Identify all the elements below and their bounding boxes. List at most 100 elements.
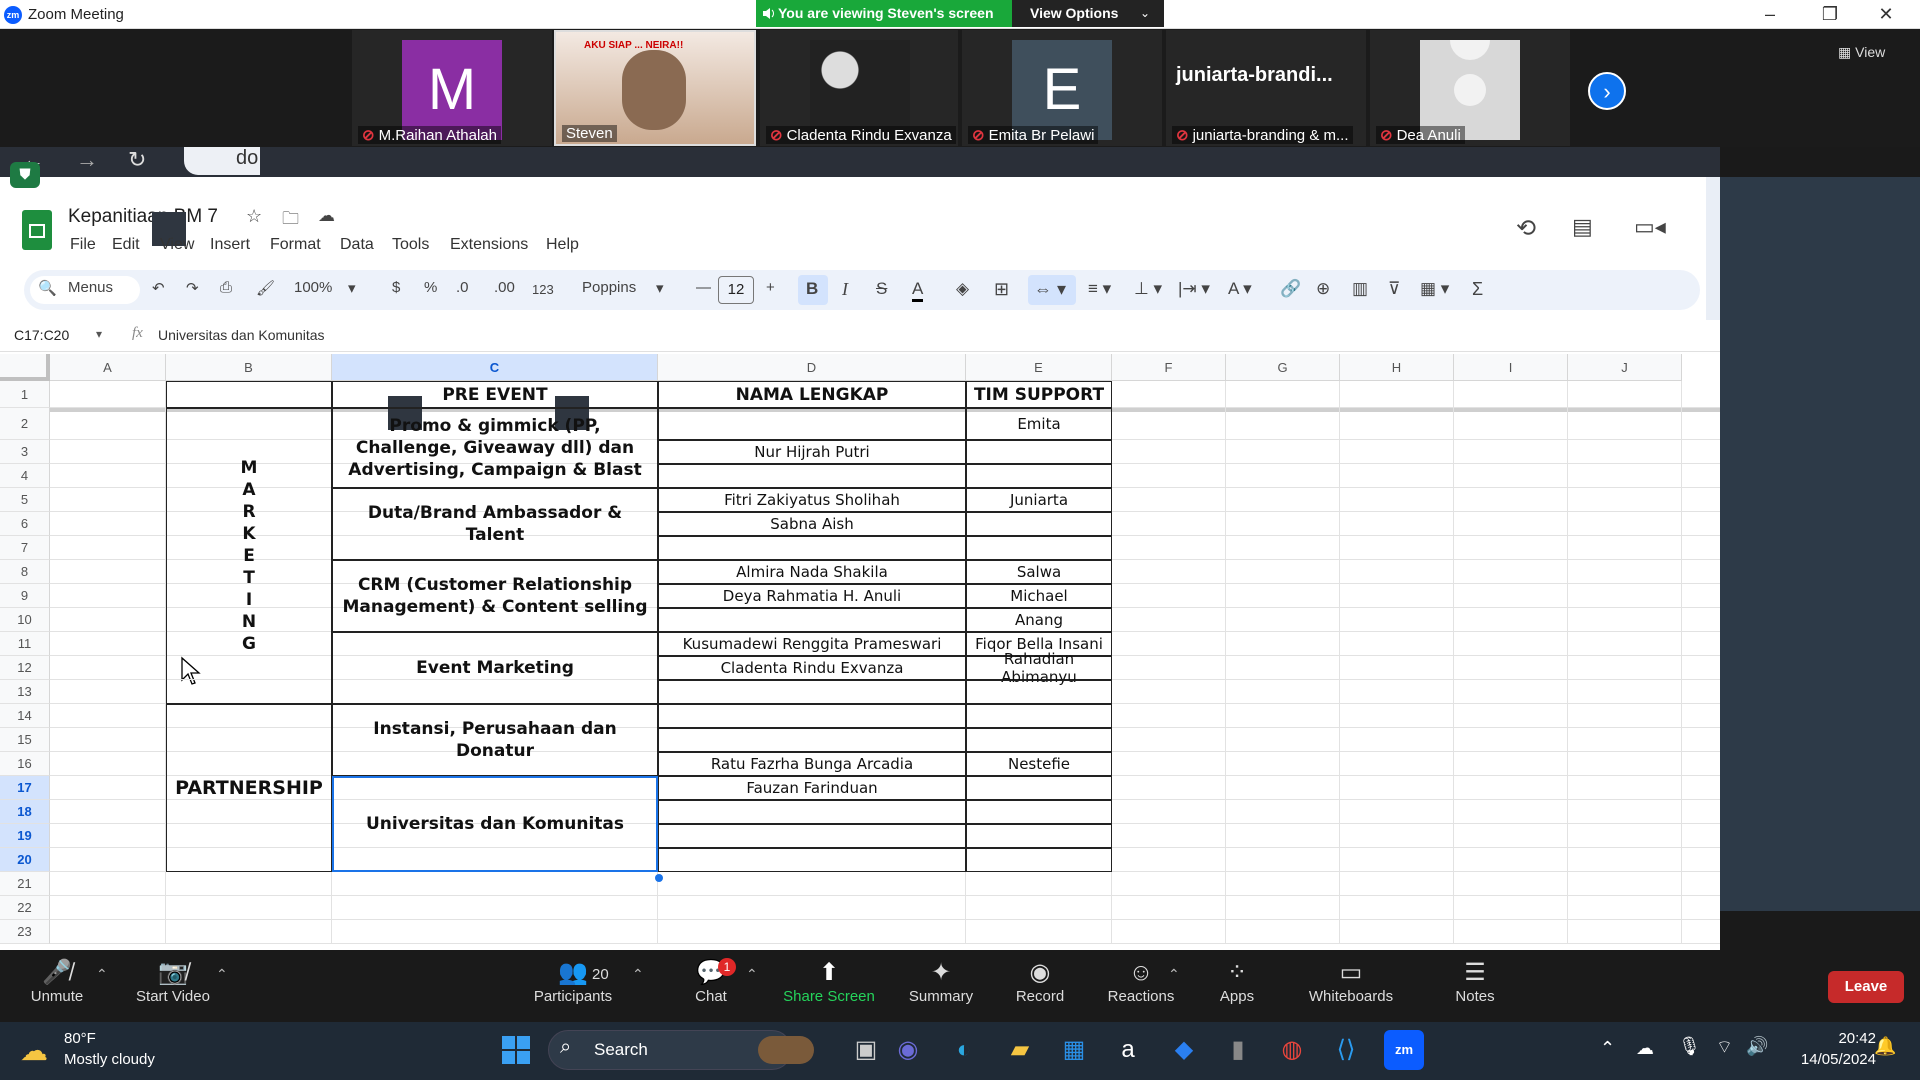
file-explorer-icon[interactable]: ▰ [1000, 1030, 1040, 1070]
row-header-14[interactable]: 14 [0, 704, 50, 728]
support-cell[interactable] [966, 728, 1112, 752]
reload-icon[interactable]: ↻ [128, 147, 146, 173]
clock-date[interactable]: 14/05/2024 [1778, 1051, 1876, 1068]
amazon-icon[interactable]: a [1108, 1030, 1148, 1070]
category-cell[interactable]: CRM (Customer Relationship Management) &… [332, 560, 658, 632]
participant-tile[interactable]: E ⊘ Emita Br Pelawi [962, 30, 1162, 146]
weather-icon[interactable]: ☁ [20, 1034, 48, 1067]
document-title[interactable]: Kepanitiaan BM 7 [68, 206, 218, 228]
bold-icon[interactable]: B [806, 279, 818, 299]
name-cell[interactable] [658, 680, 966, 704]
selection-handle[interactable] [655, 874, 663, 882]
row-header-2[interactable]: 2 [0, 408, 50, 440]
link-icon[interactable]: 🔗 [1280, 279, 1301, 299]
clock-time[interactable]: 20:42 [1790, 1030, 1876, 1047]
filter-views-icon[interactable]: ▦ ▾ [1420, 279, 1449, 299]
column-header-H[interactable]: H [1340, 354, 1454, 381]
row-header-18[interactable]: 18 [0, 800, 50, 824]
weather-temp[interactable]: 80°F [64, 1030, 96, 1047]
support-cell[interactable]: Salwa [966, 560, 1112, 584]
header-nama-lengkap[interactable]: NAMA LENGKAP [658, 381, 966, 408]
menu-data[interactable]: Data [340, 236, 374, 254]
address-bar[interactable]: do [184, 147, 260, 175]
functions-icon[interactable]: Σ [1472, 279, 1483, 300]
row-header-4[interactable]: 4 [0, 464, 50, 488]
support-cell[interactable] [966, 776, 1112, 800]
column-header-D[interactable]: D [658, 354, 966, 381]
column-header-B[interactable]: B [166, 354, 332, 381]
paint-format-icon[interactable]: 🖌 [256, 279, 275, 297]
column-header-G[interactable]: G [1226, 354, 1340, 381]
menu-help[interactable]: Help [546, 236, 579, 254]
support-cell[interactable] [966, 704, 1112, 728]
group-partnership[interactable]: PARTNERSHIP [166, 704, 332, 872]
support-cell[interactable] [966, 512, 1112, 536]
chart-icon[interactable]: ▥ [1352, 279, 1368, 299]
star-icon[interactable]: ☆ [246, 206, 262, 227]
row-header-3[interactable]: 3 [0, 440, 50, 464]
chevron-up-icon[interactable]: ⌃ [1168, 966, 1180, 983]
text-rotation-icon[interactable]: A ▾ [1228, 279, 1252, 299]
row-header-8[interactable]: 8 [0, 560, 50, 584]
participant-tile[interactable]: ⊘ Cladenta Rindu Exvanza [760, 30, 958, 146]
column-header-A[interactable]: A [50, 354, 166, 381]
row-header-12[interactable]: 12 [0, 656, 50, 680]
teams-icon[interactable]: ◉ [888, 1030, 928, 1070]
support-cell[interactable] [966, 824, 1112, 848]
italic-icon[interactable]: I [842, 279, 848, 300]
row-header-9[interactable]: 9 [0, 584, 50, 608]
formula-input[interactable]: Universitas dan Komunitas [158, 327, 325, 343]
undo-icon[interactable]: ↶ [152, 279, 165, 297]
participants-button[interactable]: 👥 Participants [518, 958, 628, 1005]
notification-bell-icon[interactable]: 🔔 [1874, 1036, 1896, 1057]
explorer-icon[interactable]: ▣ [846, 1030, 886, 1070]
support-cell[interactable]: Juniarta [966, 488, 1112, 512]
name-cell[interactable]: Fauzan Farinduan [658, 776, 966, 800]
chevron-up-icon[interactable]: ⌃ [746, 966, 758, 983]
menu-insert[interactable]: Insert [210, 236, 250, 254]
support-cell[interactable] [966, 536, 1112, 560]
align-icon[interactable]: ≡ ▾ [1088, 279, 1111, 299]
support-cell[interactable]: Michael [966, 584, 1112, 608]
weather-desc[interactable]: Mostly cloudy [64, 1051, 155, 1068]
decrease-font-size-icon[interactable]: — [696, 279, 711, 296]
chevron-up-icon[interactable]: ⌃ [96, 966, 108, 983]
menu-tools[interactable]: Tools [392, 236, 429, 254]
strikethrough-icon[interactable]: S [876, 279, 887, 299]
support-cell[interactable]: Nestefie [966, 752, 1112, 776]
name-cell[interactable]: Kusumadewi Renggita Prameswari [658, 632, 966, 656]
start-video-button[interactable]: 📷̸ Start Video [118, 958, 228, 1005]
merge-cells-icon[interactable]: ⇔ ▾ [1034, 279, 1066, 300]
close-button[interactable]: ✕ [1858, 0, 1914, 29]
column-header-E[interactable]: E [966, 354, 1112, 381]
participant-tile[interactable]: AKU SIAP ... NEIRA!! Steven [554, 30, 756, 146]
leave-button[interactable]: Leave [1828, 971, 1904, 1003]
row-header-16[interactable]: 16 [0, 752, 50, 776]
category-cell[interactable]: Instansi, Perusahaan dan Donatur [332, 704, 658, 776]
minimize-button[interactable]: – [1742, 0, 1798, 29]
name-cell[interactable] [658, 848, 966, 872]
row-header-23[interactable]: 23 [0, 920, 50, 944]
vertical-align-icon[interactable]: ⊥ ▾ [1134, 279, 1162, 299]
support-cell[interactable]: Anang [966, 608, 1112, 632]
print-icon[interactable]: ⎙ [220, 279, 232, 296]
row-header-21[interactable]: 21 [0, 872, 50, 896]
column-header-C[interactable]: C [332, 354, 658, 381]
record-button[interactable]: ◉ Record [985, 958, 1095, 1005]
edge-icon[interactable]: ◐ [944, 1030, 984, 1070]
fill-color-icon[interactable]: ◈ [956, 279, 969, 299]
store-icon[interactable]: ▦ [1054, 1030, 1094, 1070]
name-cell[interactable]: Deya Rahmatia H. Anuli [658, 584, 966, 608]
name-cell[interactable] [658, 704, 966, 728]
redo-icon[interactable]: ↷ [186, 279, 199, 297]
row-header-19[interactable]: 19 [0, 824, 50, 848]
windows-start-icon[interactable] [502, 1036, 530, 1064]
notes-button[interactable]: ☰ Notes [1420, 958, 1530, 1005]
text-color-icon[interactable]: A [912, 279, 924, 302]
menu-file[interactable]: File [70, 236, 96, 254]
support-cell[interactable] [966, 848, 1112, 872]
taskbar-search[interactable] [548, 1030, 792, 1070]
maximize-button[interactable]: ❐ [1802, 0, 1858, 29]
support-cell[interactable]: Emita [966, 408, 1112, 440]
row-header-7[interactable]: 7 [0, 536, 50, 560]
